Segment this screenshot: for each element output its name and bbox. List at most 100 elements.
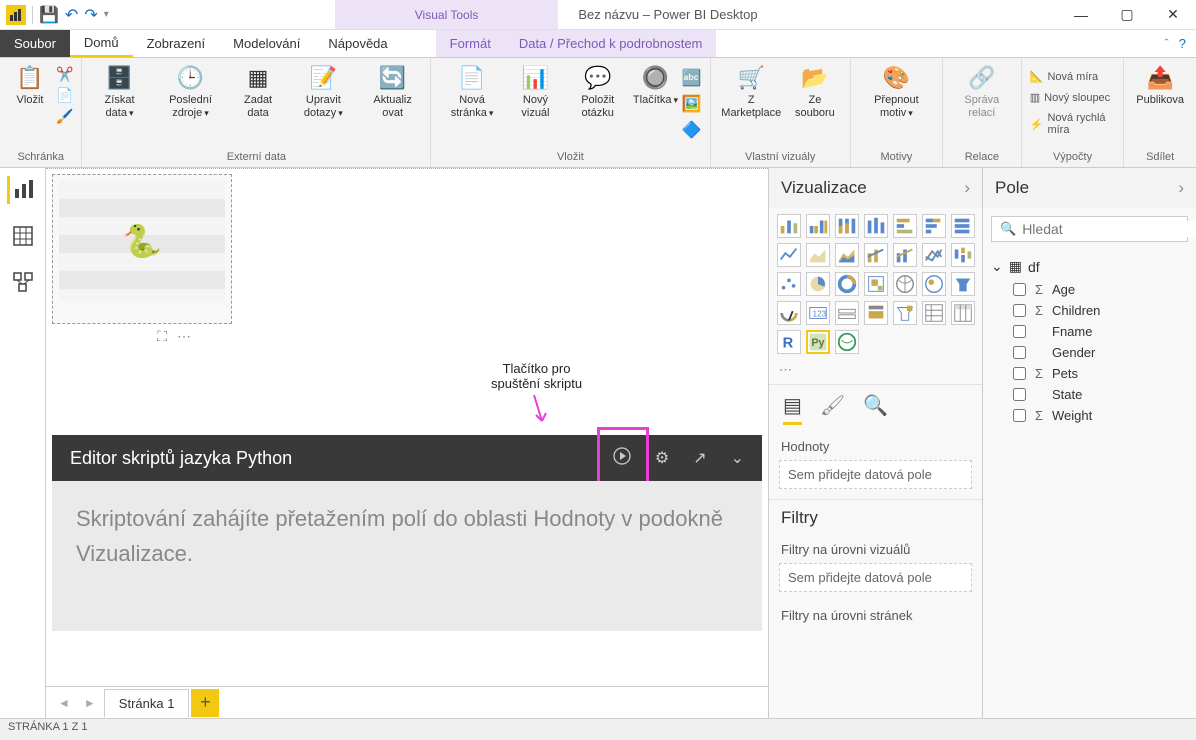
format-tab-icon[interactable]: 🖌	[820, 393, 845, 425]
new-measure-button[interactable]: 📐Nová míra	[1030, 68, 1116, 85]
viz-type-23[interactable]	[835, 301, 859, 325]
viz-type-14[interactable]	[777, 272, 801, 296]
tab-format[interactable]: Formát	[436, 30, 505, 57]
viz-type-20[interactable]	[951, 272, 975, 296]
popout-icon[interactable]: ↗	[693, 448, 706, 468]
copy-icon[interactable]: 📄	[56, 87, 73, 104]
marketplace-button[interactable]: 🛒Z Marketplace	[719, 62, 784, 122]
fields-search[interactable]: 🔍	[991, 216, 1188, 242]
maximize-button[interactable]: ▢	[1104, 0, 1150, 30]
textbox-icon[interactable]: 🔤	[682, 68, 702, 88]
format-painter-icon[interactable]: 🖌️	[56, 108, 73, 125]
viz-type-12[interactable]	[922, 243, 946, 267]
run-script-button[interactable]	[613, 452, 631, 469]
refresh-button[interactable]: 🔄Aktualiz ovat	[363, 62, 422, 122]
viz-type-22[interactable]: 123	[806, 301, 830, 325]
viz-type-7[interactable]	[777, 243, 801, 267]
viz-type-1[interactable]	[806, 214, 830, 238]
visualizations-header[interactable]: Vizualizace›	[769, 168, 982, 208]
viz-type-24[interactable]	[864, 301, 888, 325]
buttons-button[interactable]: 🔘Tlačítka	[633, 62, 677, 109]
field-item-children[interactable]: ΣChildren	[991, 300, 1188, 321]
image-icon[interactable]: 🖼️	[682, 94, 702, 114]
close-button[interactable]: ✕	[1150, 0, 1196, 30]
data-view-button[interactable]	[9, 222, 37, 250]
page-prev-button[interactable]: ◄	[52, 696, 76, 710]
viz-type-27[interactable]	[951, 301, 975, 325]
more-visuals-icon[interactable]: ⋯	[769, 360, 982, 384]
viz-type-2[interactable]	[835, 214, 859, 238]
quick-measure-button[interactable]: ⚡Nová rychlá míra	[1030, 110, 1116, 138]
viz-type-0[interactable]	[777, 214, 801, 238]
page-tab-1[interactable]: Stránka 1	[104, 689, 190, 717]
new-column-button[interactable]: ▥Nový sloupec	[1030, 89, 1116, 106]
ask-question-button[interactable]: 💬Položit otázku	[566, 62, 629, 122]
viz-type-3[interactable]	[864, 214, 888, 238]
new-visual-button[interactable]: 📊Nový vizuál	[509, 62, 562, 122]
focus-mode-icon[interactable]: ⛶	[157, 328, 167, 345]
viz-type-19[interactable]	[922, 272, 946, 296]
page-next-button[interactable]: ►	[78, 696, 102, 710]
cut-icon[interactable]: ✂️	[56, 66, 73, 83]
viz-type-4[interactable]	[893, 214, 917, 238]
field-table-df[interactable]: ⌄ ▦ df	[991, 254, 1188, 279]
model-view-button[interactable]	[9, 268, 37, 296]
shapes-icon[interactable]: 🔷	[682, 120, 702, 140]
redo-icon[interactable]: ↷	[84, 5, 97, 25]
field-checkbox[interactable]	[1013, 409, 1026, 422]
viz-type-9[interactable]	[835, 243, 859, 267]
tab-drill[interactable]: Data / Přechod k podrobnostem	[505, 30, 717, 57]
recent-sources-button[interactable]: 🕒Poslední zdroje	[153, 62, 229, 122]
field-item-fname[interactable]: Fname	[991, 321, 1188, 342]
manage-relationships-button[interactable]: 🔗Správa relací	[951, 62, 1013, 122]
field-checkbox[interactable]	[1013, 367, 1026, 380]
script-options-icon[interactable]: ⚙	[655, 448, 669, 468]
enter-data-button[interactable]: ▦Zadat data	[232, 62, 283, 122]
more-options-icon[interactable]: ⋯	[177, 328, 191, 345]
visual-filters-drop[interactable]: Sem přidejte datová pole	[779, 563, 972, 592]
field-checkbox[interactable]	[1013, 283, 1026, 296]
viz-type-26[interactable]	[922, 301, 946, 325]
undo-icon[interactable]: ↶	[65, 5, 78, 25]
fields-search-input[interactable]	[1022, 221, 1196, 237]
analytics-tab-icon[interactable]: 🔍	[863, 393, 888, 425]
from-file-button[interactable]: 📂Ze souboru	[788, 62, 842, 122]
viz-type-13[interactable]	[951, 243, 975, 267]
report-canvas[interactable]: 🐍 ⛶ ⋯ Tlačítko pro spuštění skriptu Edit…	[46, 168, 768, 686]
viz-type-8[interactable]	[806, 243, 830, 267]
viz-type-30[interactable]	[835, 330, 859, 354]
viz-type-6[interactable]	[951, 214, 975, 238]
viz-type-15[interactable]	[806, 272, 830, 296]
python-visual-placeholder[interactable]: 🐍 ⛶ ⋯	[52, 174, 232, 324]
field-checkbox[interactable]	[1013, 304, 1026, 317]
viz-type-16[interactable]	[835, 272, 859, 296]
publish-button[interactable]: 📤Publikova	[1132, 62, 1188, 109]
values-drop-area[interactable]: Sem přidejte datová pole	[779, 460, 972, 489]
viz-type-29[interactable]: Py	[806, 330, 830, 354]
viz-type-5[interactable]	[922, 214, 946, 238]
viz-type-18[interactable]	[893, 272, 917, 296]
collapse-ribbon-icon[interactable]: ˆ	[1164, 36, 1168, 51]
tab-file[interactable]: Soubor	[0, 30, 70, 57]
field-item-pets[interactable]: ΣPets	[991, 363, 1188, 384]
add-page-button[interactable]: +	[191, 689, 219, 717]
viz-type-21[interactable]	[777, 301, 801, 325]
fields-tab-icon[interactable]: ▤	[783, 393, 802, 425]
field-item-state[interactable]: State	[991, 384, 1188, 405]
viz-type-25[interactable]	[893, 301, 917, 325]
new-page-button[interactable]: 📄Nová stránka	[439, 62, 504, 122]
tab-view[interactable]: Zobrazení	[133, 30, 220, 57]
field-item-weight[interactable]: ΣWeight	[991, 405, 1188, 426]
switch-theme-button[interactable]: 🎨Přepnout motiv	[859, 62, 934, 122]
viz-type-11[interactable]	[893, 243, 917, 267]
collapse-editor-icon[interactable]: ⌄	[731, 448, 744, 468]
field-item-age[interactable]: ΣAge	[991, 279, 1188, 300]
qat-dropdown-icon[interactable]: ▾	[104, 9, 109, 20]
field-checkbox[interactable]	[1013, 388, 1026, 401]
help-icon[interactable]: ?	[1179, 36, 1186, 51]
field-checkbox[interactable]	[1013, 346, 1026, 359]
viz-type-17[interactable]	[864, 272, 888, 296]
get-data-button[interactable]: 🗄️Získat data	[90, 62, 148, 122]
minimize-button[interactable]: —	[1058, 0, 1104, 30]
tab-modeling[interactable]: Modelování	[219, 30, 314, 57]
